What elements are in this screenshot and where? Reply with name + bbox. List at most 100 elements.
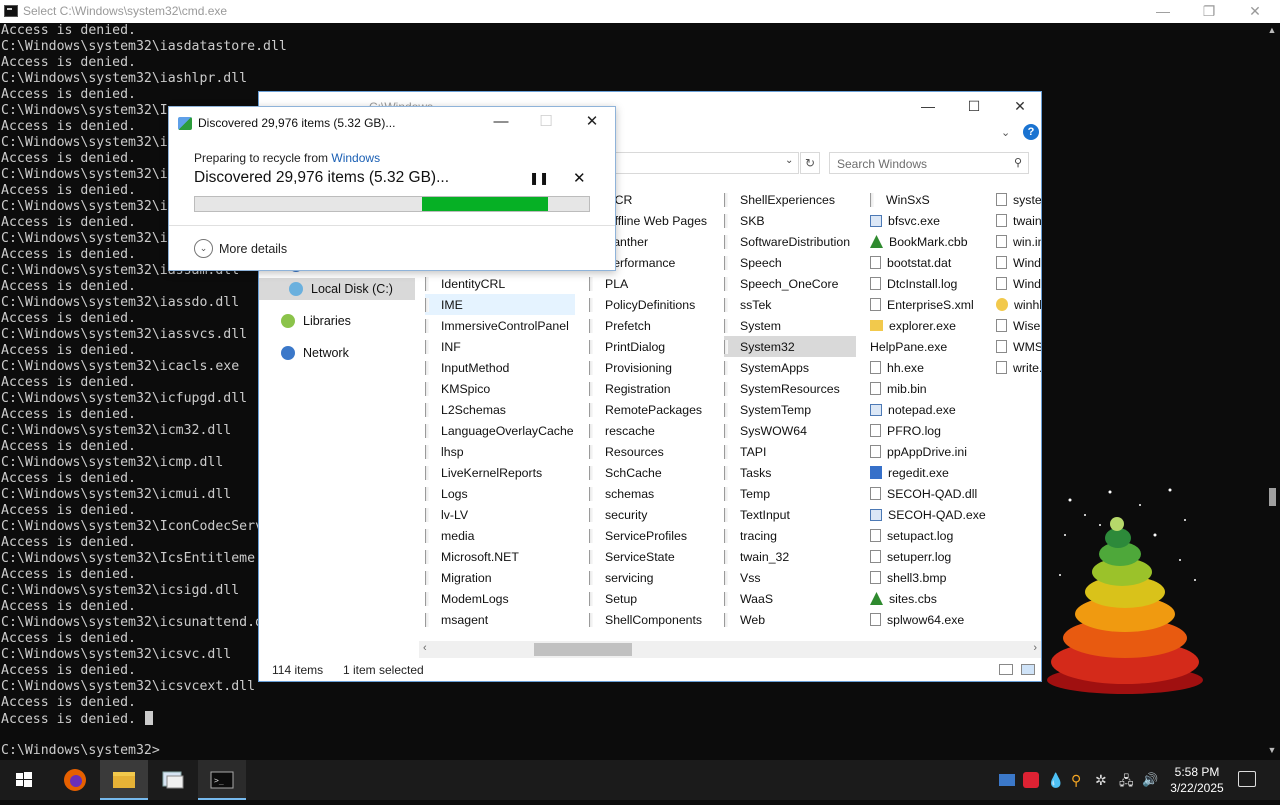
file-item[interactable]: Windo [996, 273, 1041, 294]
horizontal-scrollbar[interactable]: ‹ › [419, 641, 1041, 658]
file-item[interactable]: InputMethod [425, 357, 575, 378]
file-item[interactable]: DtcInstall.log [870, 273, 990, 294]
file-item[interactable]: PrintDialog [589, 336, 719, 357]
file-item[interactable]: SystemResources [724, 378, 856, 399]
file-item[interactable]: ShellExperiences [724, 189, 856, 210]
wired-network-icon[interactable]: 🖧 [1119, 772, 1135, 788]
file-item[interactable]: ServiceState [589, 546, 719, 567]
file-item[interactable]: SysWOW64 [724, 420, 856, 441]
restore-button[interactable]: ❐ [1186, 0, 1232, 23]
file-item[interactable]: security [589, 504, 719, 525]
file-item[interactable]: System32 [724, 336, 856, 357]
file-item[interactable]: PFRO.log [870, 420, 990, 441]
file-item[interactable]: notepad.exe [870, 399, 990, 420]
file-item[interactable]: setupact.log [870, 525, 990, 546]
file-item[interactable]: sites.cbs [870, 588, 990, 609]
file-item[interactable]: Web [724, 609, 856, 629]
scroll-right-icon[interactable]: › [1033, 642, 1037, 654]
magnifier-tray-icon[interactable]: ⚲ [1071, 772, 1087, 788]
minimize-button[interactable]: — [1140, 0, 1186, 23]
file-item[interactable]: SchCache [589, 462, 719, 483]
file-item[interactable]: Resources [589, 441, 719, 462]
file-item[interactable]: shell3.bmp [870, 567, 990, 588]
file-item[interactable]: IdentityCRL [425, 273, 575, 294]
horizontal-scroll-thumb[interactable] [534, 643, 632, 656]
explorer-minimize-button[interactable]: — [905, 96, 951, 118]
file-item[interactable]: LiveKernelReports [425, 462, 575, 483]
file-item[interactable]: ServiceProfiles [589, 525, 719, 546]
file-item[interactable]: ppAppDrive.ini [870, 441, 990, 462]
scroll-left-icon[interactable]: ‹ [423, 642, 427, 654]
file-item[interactable]: Speech_OneCore [724, 273, 856, 294]
file-item[interactable]: LanguageOverlayCache [425, 420, 575, 441]
file-item[interactable]: ssTek [724, 294, 856, 315]
file-item[interactable]: Migration [425, 567, 575, 588]
scroll-down-icon[interactable]: ▼ [1267, 745, 1277, 757]
search-input[interactable]: Search Windows ⚲ [829, 152, 1029, 174]
file-item[interactable]: syster [996, 189, 1041, 210]
file-item[interactable]: Setup [589, 588, 719, 609]
file-item[interactable]: msagent [425, 609, 575, 629]
file-item[interactable]: winhl [996, 294, 1041, 315]
file-item[interactable]: regedit.exe [870, 462, 990, 483]
pause-button[interactable]: ❚❚ [529, 171, 549, 185]
clock[interactable]: 5:58 PM 3/22/2025 [1166, 764, 1228, 796]
file-item[interactable]: WMSy [996, 336, 1041, 357]
file-item[interactable]: SKB [724, 210, 856, 231]
file-item[interactable]: KMSpico [425, 378, 575, 399]
address-dropdown-icon[interactable]: ⌄ [785, 155, 793, 166]
file-item[interactable]: Speech [724, 252, 856, 273]
command-prompt-taskbar-button[interactable]: >_ [198, 760, 246, 800]
file-item[interactable]: Tasks [724, 462, 856, 483]
file-item[interactable]: TAPI [724, 441, 856, 462]
firefox-taskbar-button[interactable] [51, 760, 99, 800]
security-tray-icon[interactable] [1023, 772, 1039, 788]
file-item[interactable]: SECOH-QAD.exe [870, 504, 990, 525]
network-adapter-icon[interactable] [999, 774, 1015, 786]
file-item[interactable]: Temp [724, 483, 856, 504]
file-item[interactable]: Microsoft.NET [425, 546, 575, 567]
file-item[interactable]: win.in [996, 231, 1041, 252]
file-item[interactable]: Windo [996, 252, 1041, 273]
droplet-icon[interactable]: 💧 [1047, 772, 1064, 788]
file-item[interactable]: PLA [589, 273, 719, 294]
refresh-icon[interactable]: ↻ [800, 152, 820, 174]
file-item[interactable]: ImmersiveControlPanel [425, 315, 575, 336]
details-view-icon[interactable] [999, 664, 1013, 675]
file-item[interactable]: splwow64.exe [870, 609, 990, 629]
file-item[interactable]: SystemTemp [724, 399, 856, 420]
address-bar[interactable] [615, 152, 799, 174]
nav-item-local-disk-c[interactable]: Local Disk (C:) [259, 278, 415, 300]
file-item[interactable]: schemas [589, 483, 719, 504]
file-item[interactable]: WaaS [724, 588, 856, 609]
file-item[interactable]: explorer.exe [870, 315, 990, 336]
file-item[interactable]: L2Schemas [425, 399, 575, 420]
file-item[interactable]: media [425, 525, 575, 546]
sparkle-tray-icon[interactable]: ✲ [1095, 772, 1111, 788]
file-item[interactable]: ShellComponents [589, 609, 719, 629]
file-item[interactable]: twain [996, 210, 1041, 231]
large-icons-view-icon[interactable] [1021, 664, 1035, 675]
source-folder-link[interactable]: Windows [331, 151, 380, 165]
file-item[interactable]: RemotePackages [589, 399, 719, 420]
close-button[interactable]: ✕ [1232, 0, 1278, 23]
dialog-minimize-button[interactable]: — [481, 111, 521, 133]
file-item[interactable]: write. [996, 357, 1041, 378]
cancel-button[interactable]: ✕ [573, 169, 586, 187]
more-details-button[interactable]: ⌄ More details [194, 239, 287, 258]
notification-center-icon[interactable] [1238, 771, 1256, 787]
volume-icon[interactable]: 🔊 [1142, 772, 1158, 788]
file-item[interactable]: lv-LV [425, 504, 575, 525]
chevron-down-icon[interactable]: ⌄ [1001, 126, 1010, 139]
file-item[interactable]: IME [425, 294, 575, 315]
file-item[interactable]: PolicyDefinitions [589, 294, 719, 315]
file-item[interactable]: INF [425, 336, 575, 357]
nav-item-libraries[interactable]: Libraries [281, 310, 411, 332]
file-item[interactable]: lhsp [425, 441, 575, 462]
file-item[interactable]: bootstat.dat [870, 252, 990, 273]
file-item[interactable]: bfsvc.exe [870, 210, 990, 231]
file-item[interactable]: TextInput [724, 504, 856, 525]
scroll-thumb[interactable] [1269, 488, 1276, 506]
file-item[interactable]: hh.exe [870, 357, 990, 378]
start-button[interactable] [0, 760, 48, 800]
